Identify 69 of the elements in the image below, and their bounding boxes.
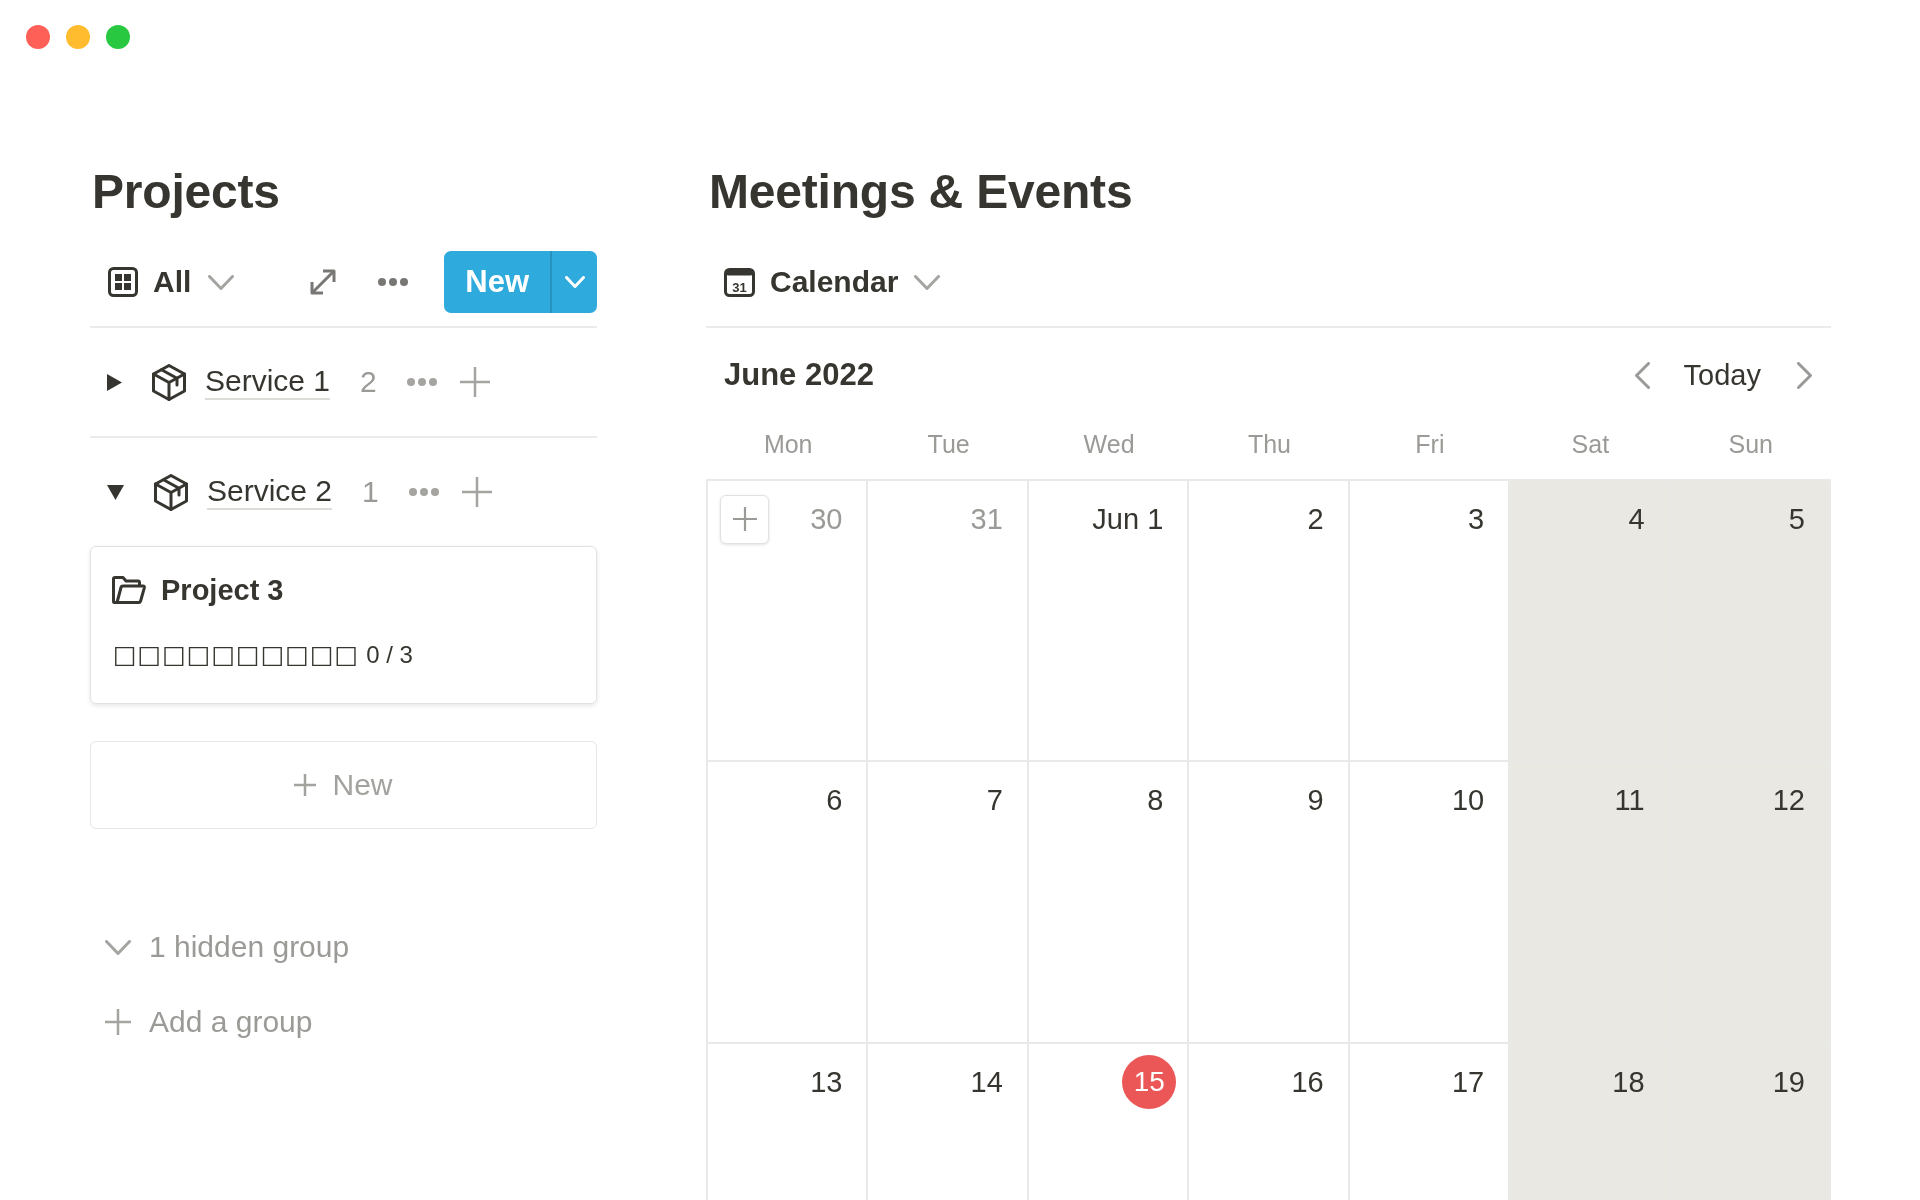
chevron-right-icon[interactable] [1797,361,1812,389]
date-label: 16 [1290,1065,1325,1100]
close-icon[interactable] [26,25,50,49]
triangle-right-icon[interactable] [107,373,122,391]
progress-squares: □□□□□□□□□□ [113,641,360,669]
date-label: 15 [1122,1055,1177,1109]
date-label: 12 [1771,783,1806,818]
date-label: Jun 1 [1091,502,1165,537]
weekday-label: Fri [1414,430,1446,460]
chevron-left-icon[interactable] [1634,361,1650,389]
more-dots-icon[interactable] [408,488,439,496]
calendar-icon: 31 [724,267,755,297]
view-tab[interactable]: All [108,264,235,300]
plus-icon [732,507,757,531]
diagonal-arrows-icon[interactable] [310,269,337,295]
date-label: 9 [1306,783,1325,818]
chevron-down-icon [105,939,131,955]
group-name-link[interactable]: Service 2 [207,474,333,510]
group-count: 2 [360,364,377,400]
date-label: 14 [969,1065,1004,1100]
weekday-label: Thu [1246,430,1293,460]
date-label: 2 [1306,502,1325,537]
date-label: 11 [1613,783,1646,818]
folder-icon [112,576,146,604]
chevron-down-icon [208,274,235,290]
date-label: 19 [1771,1065,1806,1100]
plus-icon[interactable] [461,477,492,507]
plus-icon [105,1009,131,1035]
date-label: 7 [985,783,1004,818]
group-count: 1 [362,474,379,510]
date-label: 13 [809,1065,844,1100]
cube-icon [152,363,186,401]
cube-icon [154,473,188,511]
today-button[interactable]: Today [1683,357,1761,393]
weekday-label: Wed [1082,430,1136,460]
date-label: 6 [825,783,844,818]
page-title: Projects [92,164,281,220]
date-label: 18 [1611,1065,1646,1100]
date-label: 8 [1146,783,1165,818]
chevron-down-icon [564,276,585,288]
date-label: 31 [969,502,1004,537]
date-label: 4 [1627,502,1646,537]
date-label: 30 [809,502,844,537]
grid-icon [108,267,138,297]
page-title: Meetings & Events [709,164,1134,220]
more-dots-icon[interactable] [406,378,437,386]
plus-icon [294,774,317,796]
weekday-label: Sun [1727,430,1774,460]
view-tab[interactable]: 31 Calendar [724,264,941,300]
minimize-icon[interactable] [66,25,90,49]
date-label: 17 [1450,1065,1486,1100]
date-label: 3 [1467,502,1486,537]
weekday-label: Tue [926,430,971,460]
date-label: 5 [1787,502,1806,537]
project-card[interactable]: Project 3 □□□□□□□□□□ 0 / 3 [90,546,597,704]
group-name-link[interactable]: Service 1 [205,364,331,400]
month-label: June 2022 [724,357,874,393]
maximize-icon[interactable] [106,25,130,49]
dropdown-button[interactable] [550,251,597,313]
date-label: 10 [1450,783,1486,818]
weekday-label: Mon [762,430,814,460]
chevron-down-icon [914,274,941,290]
add-event-button[interactable] [720,494,769,544]
triangle-down-icon[interactable] [107,484,124,500]
more-dots-icon[interactable] [378,278,409,286]
progress-reading: 0 / 3 [366,641,413,669]
card-title: Project 3 [161,573,284,608]
plus-icon[interactable] [459,367,490,397]
weekday-label: Sat [1570,430,1611,460]
